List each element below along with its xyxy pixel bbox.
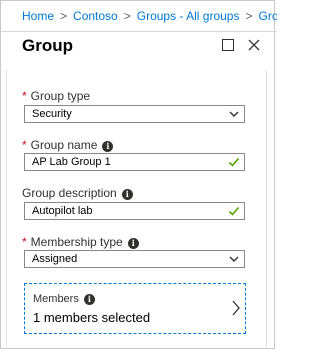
group-type-value: Security [32,108,72,120]
breadcrumb: Home > Contoso > Groups - All groups > Grou [0,0,277,32]
membership-type-value: Assigned [32,253,78,265]
info-icon[interactable]: i [102,141,114,152]
members-value: 1 members selected [33,310,151,325]
chevron-down-icon [228,108,240,125]
required-marker: * [22,235,27,249]
members-label-text: Members [33,293,79,305]
group-description-input[interactable]: Autopilot lab [24,202,245,220]
breadcrumb-separator: > [60,9,68,23]
membership-type-label: * Membership type i [22,235,139,249]
group-description-label-text: Group description [22,186,117,200]
checkmark-icon [228,156,240,173]
membership-type-select[interactable]: Assigned [24,250,245,268]
breadcrumb-all-groups[interactable]: Groups - All groups [137,9,240,23]
info-icon[interactable]: i [83,294,95,305]
required-marker: * [22,89,27,103]
close-icon[interactable] [248,38,260,56]
members-label: Members i [33,293,95,305]
maximize-icon[interactable] [222,38,234,56]
page-title: Group [22,36,73,55]
group-name-input[interactable]: AP Lab Group 1 [24,153,245,171]
breadcrumb-current[interactable]: Grou [258,9,277,23]
required-marker: * [22,138,27,152]
breadcrumb-separator: > [245,9,253,23]
breadcrumb-home[interactable]: Home [22,9,54,23]
breadcrumb-separator: > [123,9,131,23]
group-type-label: * Group type [22,89,90,103]
group-type-label-text: Group type [30,89,91,103]
info-icon[interactable]: i [121,189,133,200]
group-description-label: Group description i [22,186,133,200]
group-type-select[interactable]: Security [24,105,245,123]
group-name-value: AP Lab Group 1 [32,156,111,168]
breadcrumb-contoso[interactable]: Contoso [73,9,118,23]
checkmark-icon [228,205,240,222]
members-selector[interactable]: Members i 1 members selected [24,283,246,334]
group-name-label-text: Group name [30,138,98,152]
membership-type-label-text: Membership type [30,235,123,249]
group-description-value: Autopilot lab [32,205,93,217]
chevron-right-icon [231,300,241,321]
group-name-label: * Group name i [22,138,114,152]
blade-header: Group [0,32,277,70]
chevron-down-icon [228,253,240,270]
info-icon[interactable]: i [127,238,139,249]
